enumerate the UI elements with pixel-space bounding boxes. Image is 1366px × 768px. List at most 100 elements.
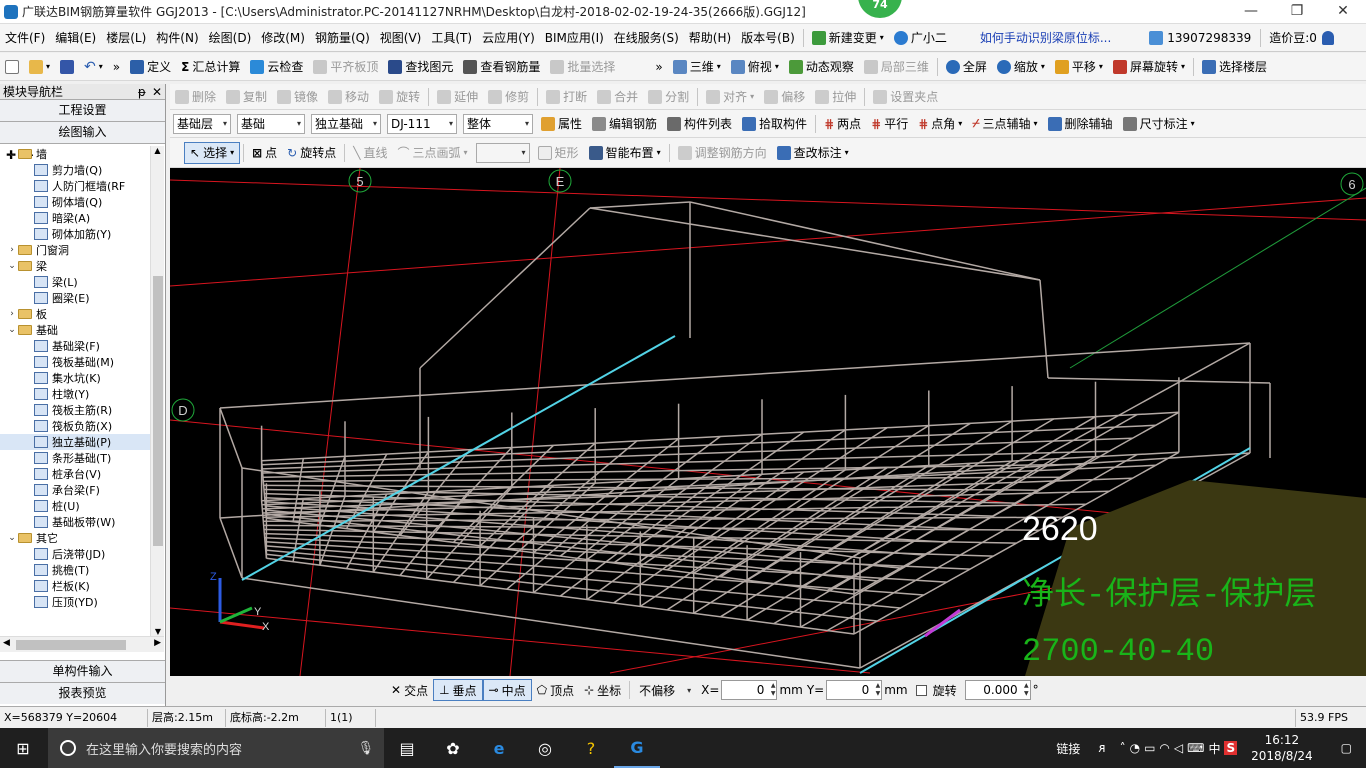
level-top-button[interactable]: 平齐板顶 — [308, 56, 383, 78]
restore-button[interactable]: ❐ — [1274, 0, 1320, 24]
tree-item[interactable]: 柱墩(Y) — [0, 386, 150, 402]
menu-modify[interactable]: 修改(M) — [256, 29, 310, 46]
copy-button[interactable]: 复制 — [221, 86, 272, 108]
mirror-button[interactable]: 镜像 — [272, 86, 323, 108]
tree-item[interactable]: 独立基础(P) — [0, 434, 150, 450]
tree-item[interactable]: 筏板基础(M) — [0, 354, 150, 370]
report-preview-button[interactable]: 报表预览 — [0, 682, 165, 704]
menu-cloud[interactable]: 云应用(Y) — [477, 29, 540, 46]
point-angle-button[interactable]: ⋕ 点角 ▾ — [913, 113, 967, 135]
line-button[interactable]: ╲ 直线 — [348, 142, 392, 164]
tree-item[interactable]: 基础板带(W) — [0, 514, 150, 530]
rect-button[interactable]: 矩形 — [533, 142, 584, 164]
tree-item[interactable]: 筏板主筋(R) — [0, 402, 150, 418]
component-list-button[interactable]: 构件列表 — [662, 113, 737, 135]
tree-folder[interactable]: ⌄ 其它 — [0, 530, 150, 546]
tree-folder[interactable]: › 门窗洞 — [0, 242, 150, 258]
tree-folder[interactable]: › 板 — [0, 306, 150, 322]
point-button[interactable]: ⊠ 点 — [247, 142, 282, 164]
beans-count[interactable]: 造价豆:0 — [1264, 29, 1322, 46]
split-button[interactable]: 分割 — [643, 86, 694, 108]
menu-floor[interactable]: 楼层(L) — [101, 29, 151, 46]
menu-draw[interactable]: 绘图(D) — [204, 29, 257, 46]
3d-viewport[interactable]: 5 E 6 D 2620 净长-保护层-保护层 2700-40-40 Z X Y — [170, 168, 1366, 676]
volume-icon[interactable]: ◁ — [1174, 741, 1183, 755]
fullscreen-button[interactable]: 全屏 — [941, 56, 992, 78]
dynamic-view-button[interactable]: 动态观察 — [784, 56, 859, 78]
selected-rebar-segment[interactable] — [924, 608, 961, 638]
tree-item[interactable]: 人防门框墙(RF — [0, 178, 150, 194]
undo-button[interactable]: ↶ ▾ — [79, 56, 108, 78]
spin-icon[interactable]: ▲ ▼ — [876, 682, 881, 698]
tree-item[interactable]: 集水坑(K) — [0, 370, 150, 386]
tree-item[interactable]: 挑檐(T) — [0, 562, 150, 578]
tree-item[interactable]: 梁(L) — [0, 274, 150, 290]
zoom-button[interactable]: 缩放 ▾ — [992, 56, 1050, 78]
menu-version[interactable]: 版本号(B) — [736, 29, 800, 46]
modify-label-button[interactable]: 查改标注 ▾ — [772, 142, 854, 164]
sogou-icon[interactable]: S — [1224, 741, 1238, 755]
tree-item[interactable]: 条形基础(T) — [0, 450, 150, 466]
expand-toggle-icon[interactable]: › — [6, 309, 18, 319]
intersect-snap[interactable]: ✕ 交点 — [386, 679, 433, 701]
menu-tools[interactable]: 工具(T) — [426, 29, 477, 46]
smart-layout-button[interactable]: 智能布置 ▾ — [584, 142, 666, 164]
more-chevron-2[interactable]: » — [650, 56, 667, 78]
break-button[interactable]: 打断 — [541, 86, 592, 108]
task-view-icon[interactable]: ▤ — [384, 728, 430, 768]
tree-item[interactable]: 压顶(YD) — [0, 594, 150, 610]
tree-item[interactable]: 桩(U) — [0, 498, 150, 514]
expand-toggle-icon[interactable]: ⌄ — [6, 149, 18, 159]
notification-icon[interactable]: ▢ — [1327, 741, 1366, 755]
expand-toggle-icon[interactable]: ⌄ — [6, 325, 18, 335]
delete-axis-button[interactable]: 删除辅轴 — [1043, 113, 1118, 135]
more-chevron[interactable]: » — [108, 56, 125, 78]
menu-bim[interactable]: BIM应用(I) — [540, 29, 609, 46]
tree-item[interactable]: 承台梁(F) — [0, 482, 150, 498]
cloud-check-button[interactable]: 云检查 — [245, 56, 308, 78]
assistant-button[interactable]: 广小二 — [889, 27, 952, 49]
new-button[interactable] — [0, 56, 24, 78]
edge-icon[interactable]: e — [476, 728, 522, 768]
chevron-up-icon[interactable]: ˄ — [1120, 741, 1126, 755]
close-icon[interactable]: ✕ — [152, 85, 162, 99]
arc-option-select[interactable]: ▾ — [475, 142, 530, 163]
move-button[interactable]: 移动 — [323, 86, 374, 108]
tree-item[interactable]: 基础梁(F) — [0, 338, 150, 354]
scroll-left-icon[interactable]: ◀ — [3, 638, 10, 648]
drawing-input-button[interactable]: 绘图输入 — [0, 122, 165, 144]
scroll-up-icon[interactable]: ▲ — [151, 146, 164, 155]
spin-icon[interactable]: ▲ ▼ — [1024, 682, 1029, 698]
help-app-icon[interactable]: ? — [568, 728, 614, 768]
offset-mode-select[interactable]: 不偏移 ▾ — [636, 680, 694, 700]
batch-select-button[interactable]: 批量选择 — [545, 56, 620, 78]
score-badge[interactable]: 74 — [858, 0, 902, 18]
tray-link-label[interactable]: 链接 — [1056, 740, 1080, 757]
select-floor-button[interactable]: 选择楼层 — [1197, 56, 1272, 78]
x-offset-input[interactable]: 0 ▲ ▼ — [721, 680, 778, 700]
top-view-button[interactable]: 俯视 ▾ — [726, 56, 784, 78]
pan-button[interactable]: 平移 ▾ — [1050, 56, 1108, 78]
expand-toggle-icon[interactable]: ⌄ — [6, 533, 18, 543]
single-component-input-button[interactable]: 单构件输入 — [0, 660, 165, 682]
floor-select[interactable]: 基础层 ▾ — [173, 113, 231, 134]
clock[interactable]: 16:12 2018/8/24 — [1241, 732, 1323, 764]
three-d-button[interactable]: 三维 ▾ — [668, 56, 726, 78]
trim-button[interactable]: 修剪 — [483, 86, 534, 108]
define-button[interactable]: 定义 — [125, 56, 176, 78]
pick-component-button[interactable]: 拾取构件 — [737, 113, 812, 135]
help-link[interactable]: 如何手动识别梁原位标... — [972, 29, 1119, 46]
two-points-button[interactable]: ⋕ 两点 — [819, 113, 866, 135]
tree-item[interactable]: 剪力墙(Q) — [0, 162, 150, 178]
adjust-rebar-direction-button[interactable]: 调整钢筋方向 — [673, 142, 772, 164]
tree-horizontal-scrollbar[interactable]: ◀ ▶ — [0, 636, 164, 652]
stretch-button[interactable]: 拉伸 — [810, 86, 861, 108]
menu-rebar-qty[interactable]: 钢筋量(Q) — [310, 29, 375, 46]
save-button[interactable] — [55, 56, 79, 78]
keyboard-icon[interactable]: ⌨ — [1187, 741, 1204, 755]
menu-component[interactable]: 构件(N) — [151, 29, 203, 46]
open-button[interactable]: ▾ — [24, 56, 55, 78]
local-3d-button[interactable]: 局部三维 — [859, 56, 934, 78]
parallel-button[interactable]: ⋕ 平行 — [866, 113, 913, 135]
component-select[interactable]: DJ-111 ▾ — [387, 113, 457, 134]
